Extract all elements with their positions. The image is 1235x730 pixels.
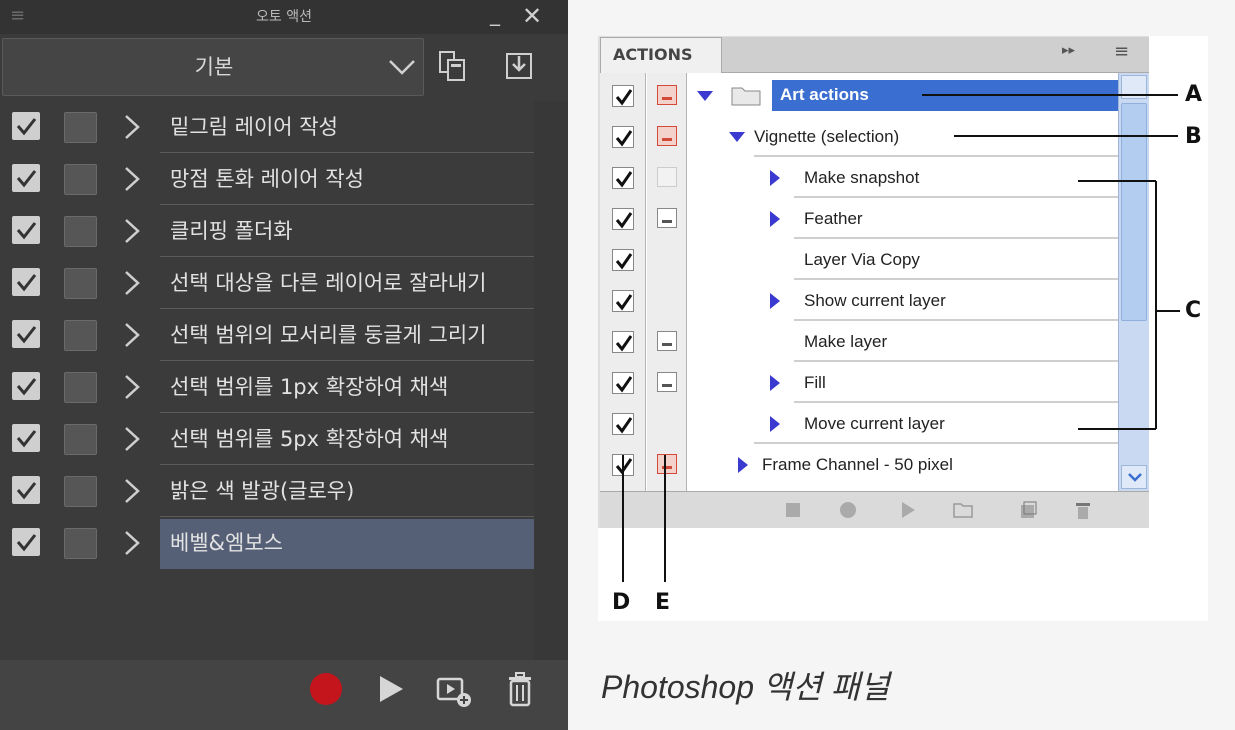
chevron-right-icon[interactable] <box>122 269 142 297</box>
action-row[interactable]: 밑그림 레이어 작성 <box>0 101 534 153</box>
enable-checkbox[interactable] <box>12 268 40 296</box>
action-name: 베벨&엠보스 <box>170 531 283 555</box>
check-icon <box>16 378 37 396</box>
duplicate-set-icon[interactable] <box>438 50 468 82</box>
action-row[interactable]: 선택 범위의 모서리를 둥글게 그리기 <box>0 309 534 361</box>
check-icon <box>16 222 37 240</box>
dialog-toggle[interactable] <box>64 268 97 299</box>
dialog-toggle[interactable] <box>64 320 97 351</box>
check-icon <box>16 326 37 344</box>
dialog-toggle[interactable] <box>64 216 97 247</box>
enable-checkbox[interactable] <box>12 216 40 244</box>
action-name: 선택 대상을 다른 레이어로 잘라내기 <box>170 271 487 295</box>
action-row[interactable]: 망점 톤화 레이어 작성 <box>0 153 534 205</box>
action-row[interactable]: 선택 범위를 1px 확장하여 채색 <box>0 361 534 413</box>
dialog-toggle[interactable] <box>64 372 97 403</box>
check-icon <box>16 534 37 552</box>
panel-title: 오토 액션 <box>256 9 312 25</box>
callout-a: A <box>1185 82 1203 107</box>
action-name: 선택 범위를 1px 확장하여 채색 <box>170 375 449 399</box>
dialog-toggle[interactable] <box>64 164 97 195</box>
actions-tab-label: ACTIONS <box>613 45 693 64</box>
panel-header: ▸▸ ≡ <box>722 37 1149 73</box>
check-icon <box>16 118 37 136</box>
dialog-toggle[interactable] <box>64 476 97 507</box>
chevron-right-icon[interactable] <box>122 321 142 349</box>
action-name: 선택 범위의 모서리를 둥글게 그리기 <box>170 323 487 347</box>
check-icon <box>16 274 37 292</box>
chevron-down-icon <box>389 60 415 75</box>
minimize-icon[interactable]: _ <box>490 2 500 26</box>
callout-e: E <box>655 590 671 615</box>
callout-c: C <box>1185 298 1202 323</box>
dialog-toggle[interactable] <box>64 424 97 455</box>
chevron-right-icon[interactable] <box>122 217 142 245</box>
action-name: 선택 범위를 5px 확장하여 채색 <box>170 427 449 451</box>
action-name: 망점 톤화 레이어 작성 <box>170 167 364 191</box>
chevron-right-icon[interactable] <box>122 477 142 505</box>
enable-checkbox[interactable] <box>12 372 40 400</box>
action-name: 밑그림 레이어 작성 <box>170 115 338 139</box>
chevron-right-icon[interactable] <box>122 373 142 401</box>
figure-caption: Photoshop 액션 패널 <box>601 669 890 705</box>
action-set-label: 기본 <box>194 55 234 79</box>
enable-checkbox[interactable] <box>12 528 40 556</box>
action-row[interactable]: 밝은 색 발광(글로우) <box>0 465 534 517</box>
action-row[interactable]: 선택 대상을 다른 레이어로 잘라내기 <box>0 257 534 309</box>
check-icon <box>16 170 37 188</box>
panel-footer <box>0 660 568 730</box>
enable-checkbox[interactable] <box>12 424 40 452</box>
action-name: 밝은 색 발광(글로우) <box>170 479 355 503</box>
action-name: 클리핑 폴더화 <box>170 219 293 243</box>
play-button[interactable] <box>376 673 406 705</box>
panel-titlebar: ≡ 오토 액션 _ ✕ <box>0 0 568 34</box>
close-icon[interactable]: ✕ <box>522 3 542 29</box>
dialog-toggle[interactable] <box>64 112 97 143</box>
enable-checkbox[interactable] <box>12 112 40 140</box>
callout-lines <box>622 94 1180 582</box>
panel-menu-icon[interactable]: ≡ <box>1114 41 1129 62</box>
enable-checkbox[interactable] <box>12 476 40 504</box>
dialog-toggle[interactable] <box>64 528 97 559</box>
add-command-icon[interactable] <box>436 673 474 709</box>
list-scrollbar[interactable] <box>534 101 568 660</box>
action-row[interactable]: 선택 범위를 5px 확장하여 채색 <box>0 413 534 465</box>
action-set-dropdown[interactable]: 기본 <box>2 38 424 96</box>
chevron-right-icon[interactable] <box>122 529 142 557</box>
action-row-selected[interactable]: 베벨&엠보스 <box>0 517 534 569</box>
action-row[interactable]: 클리핑 폴더화 <box>0 205 534 257</box>
chevron-right-icon[interactable] <box>122 113 142 141</box>
expand-icon[interactable]: ▸▸ <box>1062 43 1075 58</box>
enable-checkbox[interactable] <box>12 164 40 192</box>
chevron-right-icon[interactable] <box>122 425 142 453</box>
enable-checkbox[interactable] <box>12 320 40 348</box>
callout-b: B <box>1185 124 1202 149</box>
check-icon <box>16 482 37 500</box>
trash-icon[interactable] <box>506 672 534 708</box>
record-button[interactable] <box>310 673 342 705</box>
actions-tab[interactable]: ACTIONS <box>600 37 722 73</box>
chevron-right-icon[interactable] <box>122 165 142 193</box>
check-icon <box>16 430 37 448</box>
callout-d: D <box>612 590 631 615</box>
import-icon[interactable] <box>504 50 534 82</box>
